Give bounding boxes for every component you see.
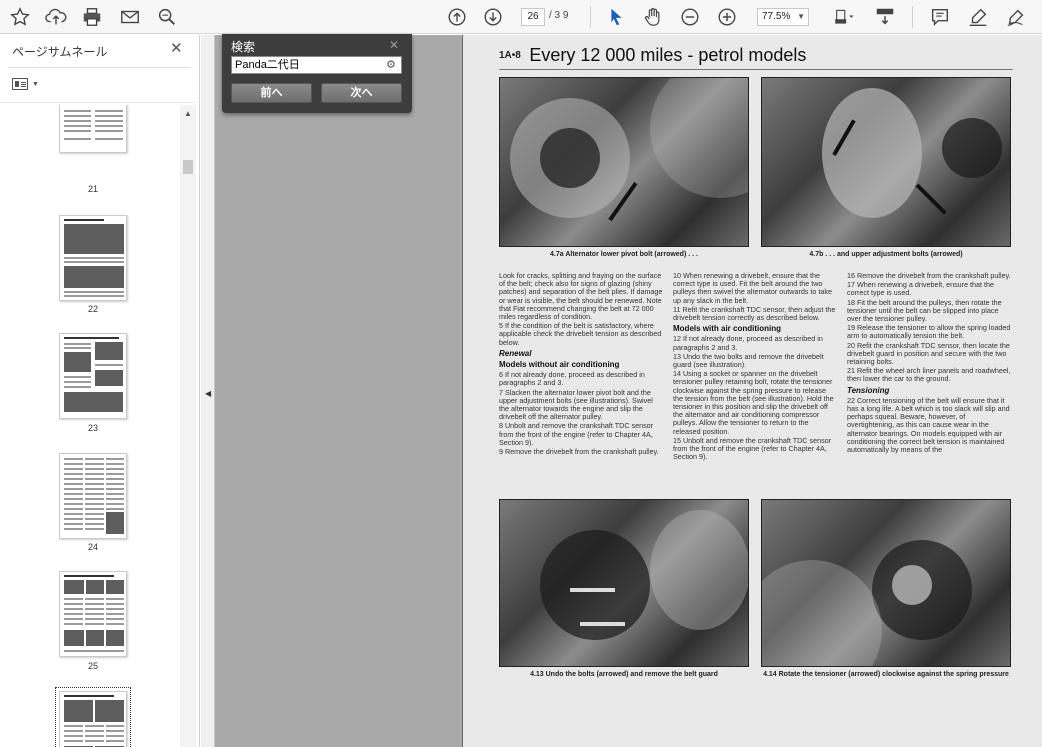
scroll-mode-icon[interactable] <box>873 5 897 29</box>
toolbar-divider <box>590 6 591 28</box>
paragraph: 19 Release the tensioner to allow the sp… <box>847 323 1011 341</box>
thumbnail-label: 25 <box>87 661 98 671</box>
next-page-icon[interactable] <box>481 5 505 29</box>
thumbnail-label: 23 <box>87 423 98 433</box>
text-column-1: Look for cracks, splitting and fraying o… <box>499 272 663 495</box>
section-heading: Renewal <box>499 348 532 358</box>
page-thumbnail-24[interactable] <box>59 453 127 539</box>
zoom-in-icon[interactable] <box>715 5 739 29</box>
page-thumbnail-21[interactable] <box>59 105 127 153</box>
zoom-level-value: 77.5% <box>762 11 791 22</box>
paragraph: 7 Slacken the alternator lower pivot bol… <box>499 387 653 422</box>
pdf-viewer-window: 26 / 3 9 77.5% ▼ ページサムネール ✕ ▼ 21 22 23 2… <box>0 0 1042 747</box>
close-icon[interactable]: ✕ <box>170 41 183 56</box>
thumbnail-list: 21 22 23 24 25 <box>0 105 180 747</box>
paragraph: 10 When renewing a drivebelt, ensure tha… <box>673 272 833 305</box>
page-header: 1A•8 Every 12 000 miles - petrol models <box>499 45 806 66</box>
photo-caption: 4.13 Undo the bolts (arrowed) and remove… <box>530 671 718 678</box>
search-dialog-title: 検索 <box>231 40 256 54</box>
thumbnail-label: 22 <box>87 304 98 314</box>
chevron-down-icon: ▼ <box>32 80 39 88</box>
photo-tensioner <box>761 499 1011 667</box>
previous-result-button[interactable]: 前へ <box>231 83 312 103</box>
panel-divider <box>0 102 196 103</box>
toolbar-divider <box>912 6 913 28</box>
photo-alternator-pivot <box>499 77 749 247</box>
prev-page-icon[interactable] <box>445 5 469 29</box>
next-result-button[interactable]: 次へ <box>321 83 402 103</box>
photo-caption: 4.7a Alternator lower pivot bolt (arrowe… <box>550 251 698 258</box>
paragraph: 18 Fit the belt around the pulleys, then… <box>847 297 1002 324</box>
paragraph: 13 Undo the two bolts and remove the dri… <box>673 351 824 370</box>
photo-belt-guard <box>499 499 749 667</box>
thumbnail-label: 21 <box>87 184 98 194</box>
zoom-level-select[interactable]: 77.5% ▼ <box>757 8 809 26</box>
paragraph: 20 Refit the crankshaft TDC sensor, then… <box>847 340 1010 367</box>
page-thumbnail-22[interactable] <box>59 215 127 301</box>
paragraph: 15 Unbolt and remove the crankshaft TDC … <box>673 435 832 462</box>
paragraph: 6 If not already done, proceed as descri… <box>499 370 645 388</box>
paragraph: 21 Refit the wheel arch liner panels and… <box>847 366 1011 384</box>
chevron-down-icon: ▼ <box>797 12 805 21</box>
panel-title: ページサムネール <box>12 45 108 59</box>
photo-caption: 4.7b . . . and upper adjustment bolts (a… <box>809 251 963 258</box>
page-thumbnail-25[interactable] <box>59 571 127 657</box>
select-cursor-icon[interactable] <box>604 5 628 29</box>
header-rule <box>499 69 1013 70</box>
document-page: 1A•8 Every 12 000 miles - petrol models … <box>462 35 1042 747</box>
fit-page-icon[interactable] <box>829 5 859 29</box>
chevron-left-icon: ◀ <box>205 389 212 398</box>
photo-caption: 4.14 Rotate the tensioner (arrowed) cloc… <box>763 671 1009 678</box>
section-heading: Tensioning <box>847 385 890 395</box>
page-thumbnail-23[interactable] <box>59 333 127 419</box>
panel-divider <box>8 67 190 68</box>
thumbnail-options-icon <box>12 78 28 90</box>
thumbnail-scrollbar[interactable]: ▲ <box>180 105 196 747</box>
thumbnail-options-button[interactable]: ▼ <box>12 78 39 90</box>
star-icon[interactable] <box>8 5 32 29</box>
paragraph: 11 Refit the crankshaft TDC sensor, then… <box>673 304 836 323</box>
scrollbar-thumb[interactable] <box>183 160 193 174</box>
email-icon[interactable] <box>118 5 142 29</box>
text-column-3: 16 Remove the drivebelt from the cranksh… <box>847 272 1013 495</box>
collapse-panel-button[interactable]: ◀ <box>201 35 215 747</box>
close-icon[interactable]: ✕ <box>389 38 399 52</box>
section-number: 1A•8 <box>499 50 521 61</box>
paragraph: Look for cracks, splitting and fraying o… <box>499 272 663 322</box>
print-icon[interactable] <box>80 5 104 29</box>
thumbnail-panel: ページサムネール ✕ ▼ 21 22 23 24 25 ▲ <box>0 35 200 747</box>
paragraph: 14 Using a socket or spanner on the driv… <box>673 369 834 436</box>
search-dialog: 検索 ✕ Panda二代日 ⚙ 前へ 次へ <box>222 34 412 113</box>
section-heading: Models without air conditioning <box>499 360 620 370</box>
paragraph: 5 If the condition of the belt is satisf… <box>499 321 662 347</box>
toolbar: 26 / 3 9 77.5% ▼ <box>0 0 1042 34</box>
zoom-search-icon[interactable] <box>155 5 179 29</box>
search-input[interactable]: Panda二代日 <box>231 56 402 74</box>
page-title: Every 12 000 miles - petrol models <box>529 45 807 65</box>
section-heading: Models with air conditioning <box>673 324 781 334</box>
paragraph: 17 When renewing a drivebelt, ensure tha… <box>847 280 995 298</box>
highlight-icon[interactable] <box>966 5 990 29</box>
paragraph: 9 Remove the drivebelt from the cranksha… <box>499 447 659 457</box>
paragraph: 8 Unbolt and remove the crankshaft TDC s… <box>499 421 654 447</box>
thumbnail-label: 24 <box>87 542 98 552</box>
paragraph: 16 Remove the drivebelt from the cranksh… <box>847 272 1011 280</box>
zoom-out-icon[interactable] <box>678 5 702 29</box>
photo-alternator-adjustment <box>761 77 1011 247</box>
paragraph: 22 Correct tensioning of the belt will e… <box>847 395 1010 455</box>
page-number-input[interactable]: 26 <box>521 8 545 26</box>
comment-icon[interactable] <box>928 5 952 29</box>
text-column-2: 10 When renewing a drivebelt, ensure tha… <box>673 272 837 495</box>
sign-icon[interactable] <box>1004 5 1028 29</box>
paragraph: 12 If not already done, proceed as descr… <box>673 334 823 352</box>
page-total: / 3 9 <box>549 10 569 21</box>
upload-icon[interactable] <box>44 5 68 29</box>
scroll-up-icon[interactable]: ▲ <box>184 109 192 118</box>
hand-icon[interactable] <box>641 5 665 29</box>
page-thumbnail-26[interactable] <box>55 687 131 747</box>
gear-icon[interactable]: ⚙ <box>386 58 396 71</box>
